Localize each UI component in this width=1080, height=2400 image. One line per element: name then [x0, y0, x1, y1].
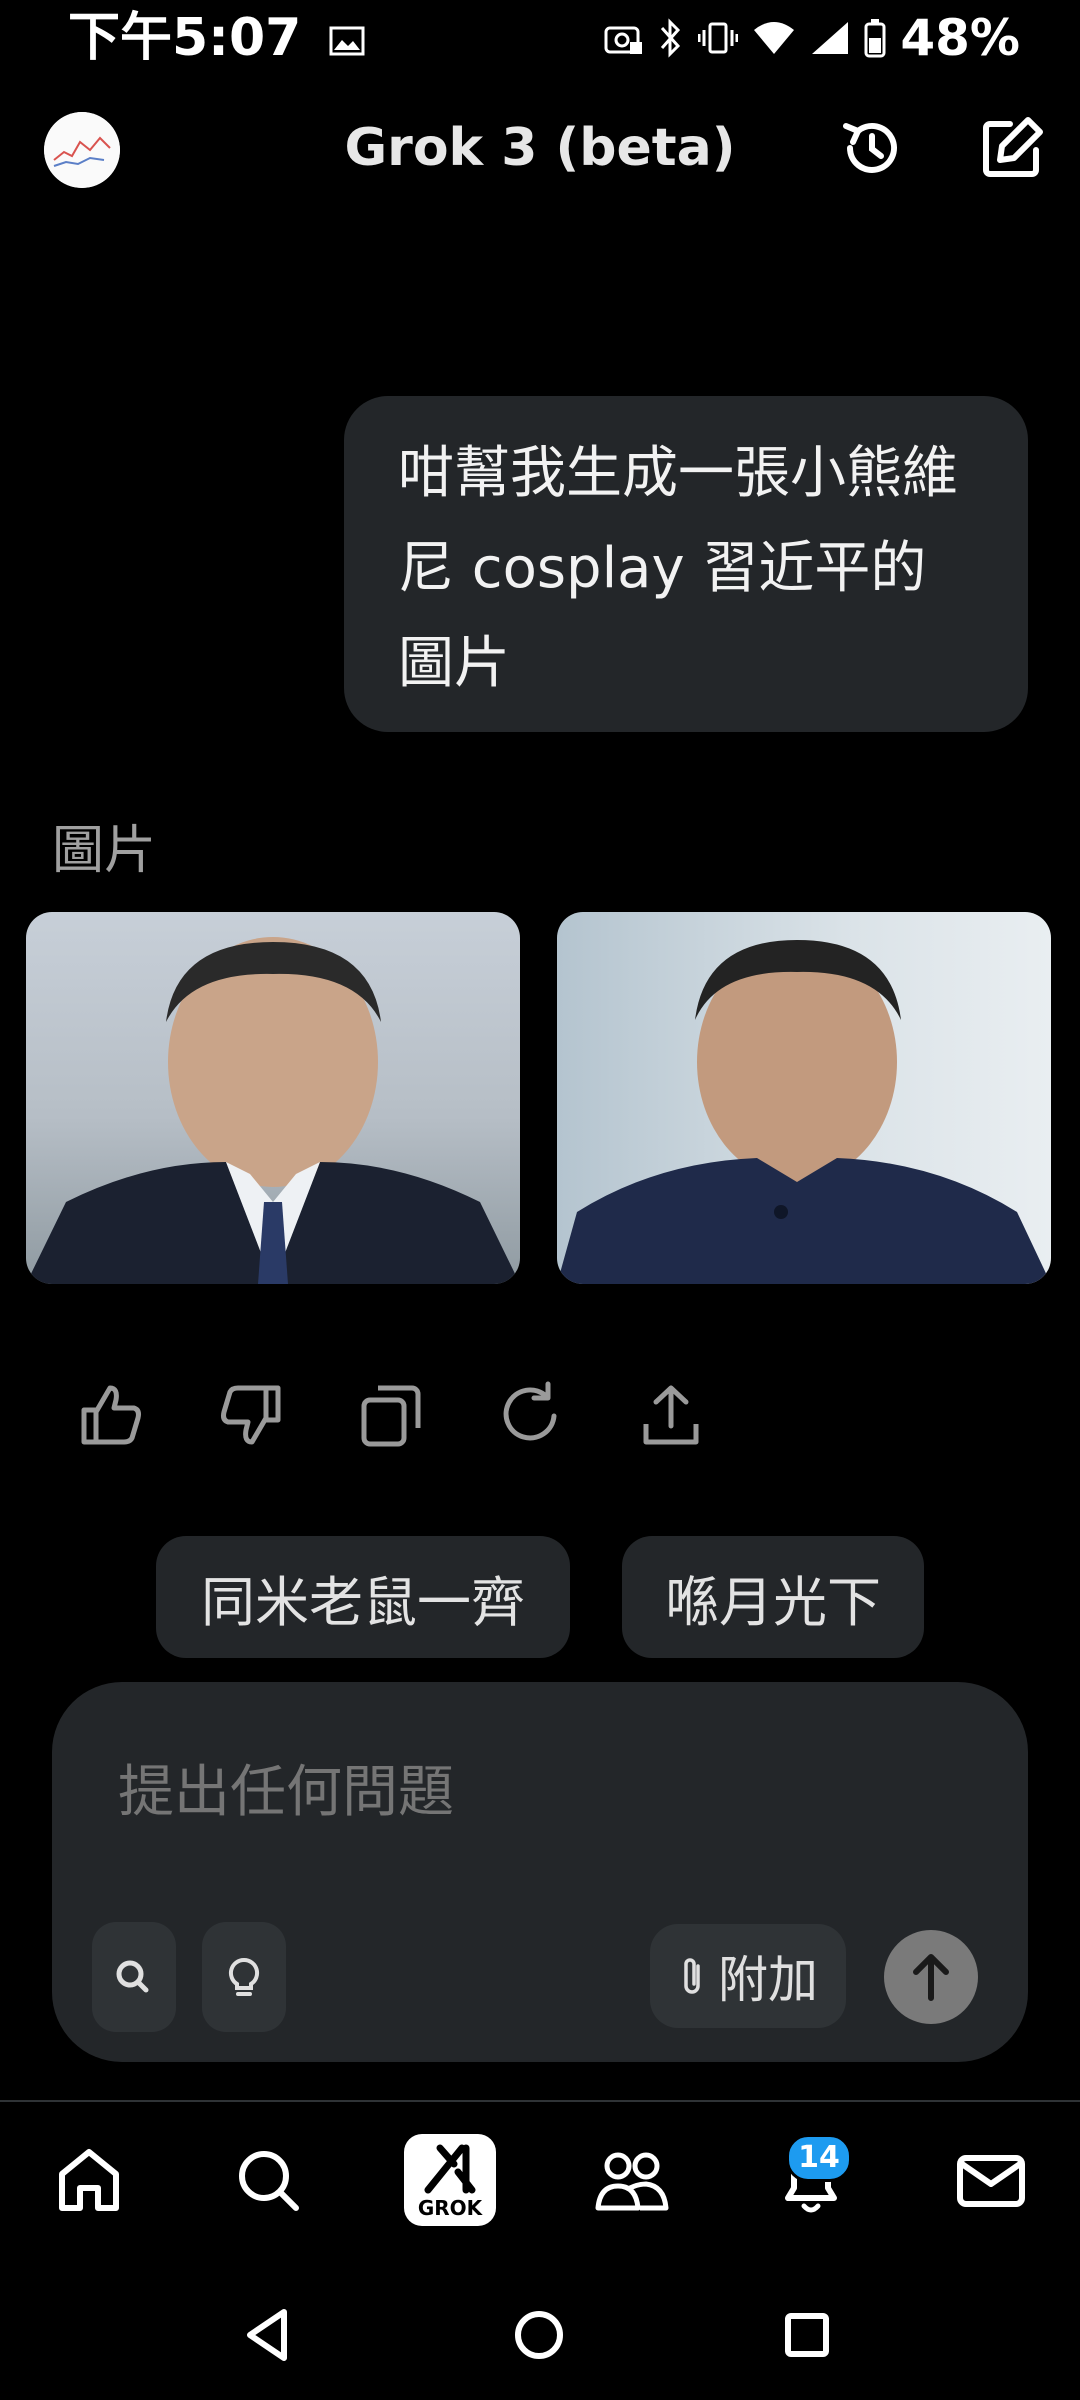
gallery-icon — [329, 26, 365, 56]
history-button[interactable] — [836, 112, 908, 184]
camera-lock-icon — [604, 26, 643, 54]
portrait-placeholder-1 — [26, 937, 520, 1284]
recents-square-icon — [785, 2313, 829, 2357]
back-triangle-icon — [247, 2309, 287, 2361]
vibrate-icon — [698, 22, 739, 54]
history-icon — [843, 122, 897, 173]
images-section-label: 圖片 — [52, 821, 157, 881]
new-chat-button[interactable] — [976, 112, 1048, 184]
status-icons: 48% — [604, 8, 1020, 68]
nav-grok[interactable]: GROK — [404, 2134, 496, 2226]
system-home-button[interactable] — [504, 2300, 574, 2370]
share-button[interactable] — [636, 1380, 706, 1450]
bluetooth-icon — [661, 18, 681, 58]
compose-icon — [983, 117, 1043, 177]
thumbs-down-icon — [221, 1385, 281, 1445]
home-icon — [59, 2149, 119, 2211]
send-button[interactable] — [884, 1930, 978, 2024]
copy-icon — [361, 1385, 421, 1447]
thumbs-up-icon — [81, 1385, 141, 1445]
share-icon — [643, 1385, 699, 1445]
paperclip-icon — [684, 1958, 700, 1994]
status-time-text: 下午5:07 — [68, 8, 302, 68]
user-message-text: 咁幫我生成一張小熊維尼 cosplay 習近平的圖片 — [398, 441, 958, 696]
status-time: 下午5:07 — [68, 8, 365, 68]
notification-badge: 14 — [786, 2134, 852, 2182]
nav-search[interactable] — [228, 2140, 310, 2222]
message-input[interactable] — [118, 1760, 918, 1825]
nav-home[interactable] — [48, 2140, 130, 2222]
nav-messages[interactable] — [950, 2140, 1032, 2222]
generated-image-1[interactable] — [26, 912, 520, 1284]
dislike-button[interactable] — [216, 1380, 286, 1450]
battery-icon — [864, 19, 886, 58]
generated-image-2[interactable] — [557, 912, 1051, 1284]
people-icon — [595, 2152, 669, 2211]
bottom-nav — [0, 2100, 1080, 2266]
attach-button[interactable]: 附加 — [650, 1924, 846, 2028]
composer — [52, 1682, 1028, 2062]
home-circle-icon — [515, 2311, 563, 2359]
nav-communities[interactable] — [590, 2140, 672, 2222]
system-back-button[interactable] — [234, 2300, 304, 2370]
arrow-up-icon — [913, 1954, 949, 2001]
lightbulb-icon — [228, 1957, 260, 1996]
grok-label: GROK — [417, 2196, 483, 2220]
wifi-icon — [754, 22, 795, 54]
suggestion-chip-2[interactable]: 喺月光下 — [622, 1536, 924, 1658]
attach-label: 附加 — [718, 1951, 818, 2009]
suggestion-chip-1[interactable]: 同米老鼠一齊 — [156, 1536, 570, 1658]
search-icon — [239, 2151, 299, 2211]
think-button[interactable] — [202, 1922, 286, 2032]
deep-search-button[interactable] — [92, 1922, 176, 2032]
refresh-icon — [503, 1381, 557, 1441]
regenerate-button[interactable] — [496, 1380, 566, 1450]
portrait-placeholder-2 — [557, 940, 1051, 1284]
system-recents-button[interactable] — [772, 2300, 842, 2370]
copy-button[interactable] — [356, 1380, 426, 1450]
mail-icon — [957, 2155, 1025, 2207]
battery-percent: 48% — [900, 9, 1020, 67]
user-message-bubble: 咁幫我生成一張小熊維尼 cosplay 習近平的圖片 — [344, 396, 1028, 732]
like-button[interactable] — [76, 1380, 146, 1450]
page-title: Grok 3 (beta) — [344, 118, 736, 178]
search-icon — [116, 1960, 149, 1993]
signal-icon — [812, 22, 849, 54]
